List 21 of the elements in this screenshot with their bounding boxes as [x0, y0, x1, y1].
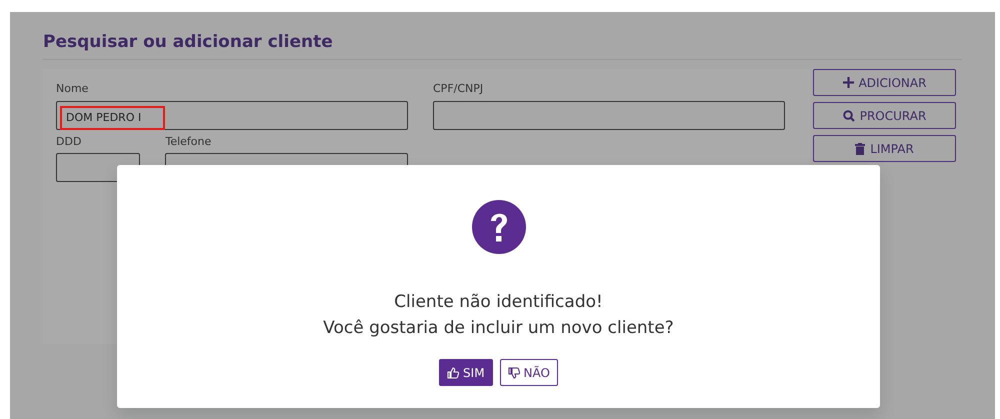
name-label: Nome [56, 81, 90, 97]
phone-label: Telefone [165, 134, 212, 150]
thumbs-down-icon [508, 366, 520, 378]
thumbs-up-icon [447, 366, 460, 378]
area-code-label: DDD [56, 134, 82, 150]
add-button[interactable]: ADICIONAR [813, 69, 956, 96]
cpf-cnpj-label: CPF/CNPJ [433, 81, 484, 97]
trash-icon [855, 142, 866, 154]
search-button[interactable]: PROCURAR [813, 102, 956, 129]
question-icon [472, 200, 526, 254]
search-icon [842, 110, 855, 122]
name-field[interactable]: DOM PEDRO I [56, 100, 408, 130]
page-title: Pesquisar ou adicionar cliente [43, 24, 962, 60]
dialog-message: Você gostaria de incluir um novo cliente? [323, 317, 674, 340]
no-button[interactable]: NÃO [500, 359, 558, 386]
dialog-message: Cliente não identificado! [393, 291, 604, 314]
yes-button[interactable]: SIM [439, 359, 493, 386]
highlighted-value: DOM PEDRO I [60, 106, 165, 130]
plus-icon [842, 77, 854, 88]
cpf-cnpj-field[interactable] [433, 100, 785, 130]
clear-button[interactable]: LIMPAR [813, 135, 956, 162]
